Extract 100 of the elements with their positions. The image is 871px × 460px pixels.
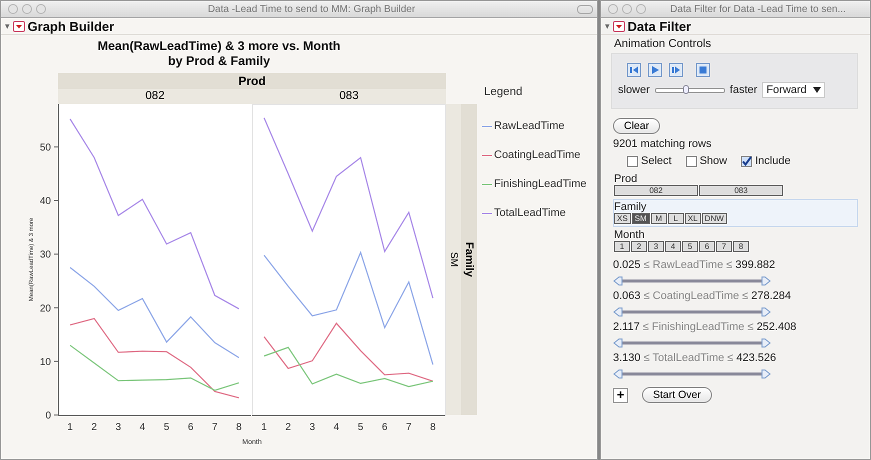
filter-value-button[interactable]: 5 [682, 241, 698, 252]
window-title: Data -Lead Time to send to MM: Graph Builder [206, 4, 416, 14]
panel-title: Graph Builder [28, 18, 114, 34]
x-tick-label: 5 [164, 422, 170, 433]
zoom-button[interactable] [636, 4, 646, 14]
range-slider[interactable] [613, 307, 771, 317]
range-max-value: 252.408 [756, 321, 796, 333]
x-tick-label: 6 [382, 422, 388, 433]
disclosure-triangle[interactable]: ▾ [5, 20, 10, 32]
range-label: ≤ RawLeadTime ≤ [644, 259, 732, 271]
stop-button[interactable] [696, 63, 710, 77]
x-tick-label: 7 [212, 422, 218, 433]
caret-icon [812, 87, 821, 93]
x-tick-label: 8 [236, 422, 242, 433]
start-over-button[interactable]: Start Over [642, 387, 712, 403]
family-value: SM [446, 104, 461, 415]
checkbox[interactable] [741, 156, 752, 166]
filter-value-button[interactable]: 7 [716, 241, 732, 252]
x-tick-label: 2 [91, 422, 97, 433]
matching-rows-text: 9201 matching rows [613, 138, 712, 150]
y-tick-label: 50 [40, 142, 51, 154]
x-tick-label: 3 [116, 422, 122, 433]
checkbox[interactable] [627, 156, 638, 166]
toolbar-toggle-button[interactable] [577, 4, 593, 14]
range-slider[interactable] [613, 276, 771, 286]
graph-subtitle: by Prod & Family [168, 54, 270, 69]
range-slider[interactable] [613, 369, 771, 379]
clear-button[interactable]: Clear [613, 118, 660, 134]
checkbox-label: Show [700, 155, 728, 167]
legend-label: CoatingLeadTime [494, 149, 580, 161]
step-forward-button[interactable] [669, 63, 683, 77]
x-tick-label: 4 [334, 422, 340, 433]
panel-label: 083 [338, 89, 360, 104]
y-tick-label: 20 [40, 303, 51, 314]
checkbox-label: Select [641, 155, 672, 167]
add-button[interactable]: + [613, 388, 628, 402]
filter-value-button[interactable]: 1 [614, 241, 630, 252]
checkbox-label: Include [755, 155, 791, 167]
panel-title: Data Filter [628, 18, 692, 34]
filter-value-button[interactable]: DNW [702, 213, 727, 224]
legend-line [482, 212, 492, 214]
play-button[interactable] [648, 63, 662, 77]
disclosure-triangle[interactable]: ▾ [605, 20, 610, 32]
filter-value-button[interactable]: 2 [631, 241, 647, 252]
x-tick-label: 3 [310, 422, 316, 433]
graph-title: Mean(RawLeadTime) & 3 more vs. Month [98, 39, 340, 54]
range-max-value: 399.882 [735, 259, 776, 271]
close-button[interactable] [608, 4, 618, 14]
x-tick-label: 8 [430, 422, 436, 433]
group-header: Prod [58, 73, 446, 89]
step-back-button[interactable] [627, 63, 641, 77]
range-label: ≤ TotalLeadTime ≤ [644, 352, 734, 364]
filter-value-button[interactable]: M [650, 213, 667, 224]
range-max-value: 423.526 [736, 352, 776, 364]
checkbox[interactable] [686, 156, 697, 166]
minimize-button[interactable] [22, 4, 32, 14]
filter-value-button[interactable]: 6 [699, 241, 715, 252]
filter-value-button[interactable]: 083 [699, 185, 783, 196]
menu-icon[interactable] [12, 20, 25, 32]
x-tick-label: 1 [261, 422, 267, 433]
menu-icon[interactable] [612, 20, 625, 32]
filter-group-title: Family [614, 201, 648, 213]
x-tick-label: 5 [358, 422, 364, 433]
slider-min-label: slower [618, 84, 650, 96]
filter-value-button[interactable]: XS [614, 213, 631, 224]
range-min-value: 0.063 [613, 290, 641, 302]
y-tick-label: 40 [40, 196, 51, 208]
x-tick-label: 2 [285, 422, 291, 433]
filter-value-button[interactable]: 8 [733, 241, 749, 252]
filter-group-title: Month [614, 229, 646, 241]
filter-value-button[interactable]: XL [684, 213, 701, 224]
legend-label: RawLeadTime [494, 120, 565, 132]
filter-value-button[interactable]: L [668, 213, 684, 224]
filter-value-button[interactable]: 082 [614, 185, 698, 196]
range-label: ≤ FinishingLeadTime ≤ [642, 321, 754, 333]
slider-max-label: faster [730, 84, 758, 96]
window-title: Data Filter for Data -Lead Time to sen... [669, 4, 847, 14]
x-tick-label: 6 [188, 422, 194, 433]
direction-dropdown[interactable]: Forward [762, 82, 825, 98]
x-tick-label: 4 [140, 422, 146, 433]
close-button[interactable] [8, 4, 18, 14]
legend-line [482, 154, 492, 156]
filter-value-button[interactable]: 4 [665, 241, 681, 252]
range-label: ≤ CoatingLeadTime ≤ [644, 290, 748, 302]
family-header: Family [462, 241, 476, 279]
y-tick-label: 0 [45, 410, 51, 422]
range-slider[interactable] [613, 338, 771, 348]
y-tick-label: 10 [40, 356, 51, 368]
panel-label: 082 [144, 89, 166, 104]
section-title: Animation Controls [614, 38, 712, 50]
range-min-value: 3.130 [613, 352, 641, 364]
zoom-button[interactable] [36, 4, 46, 14]
speed-slider[interactable] [654, 88, 725, 92]
minimize-button[interactable] [622, 4, 632, 14]
legend-label: TotalLeadTime [494, 207, 566, 219]
filter-value-button[interactable]: 3 [648, 241, 664, 252]
filter-value-button[interactable]: SM [632, 213, 650, 224]
legend-label: FinishingLeadTime [494, 178, 587, 190]
range-max-value: 278.284 [751, 290, 792, 302]
range-min-value: 0.025 [613, 259, 641, 271]
